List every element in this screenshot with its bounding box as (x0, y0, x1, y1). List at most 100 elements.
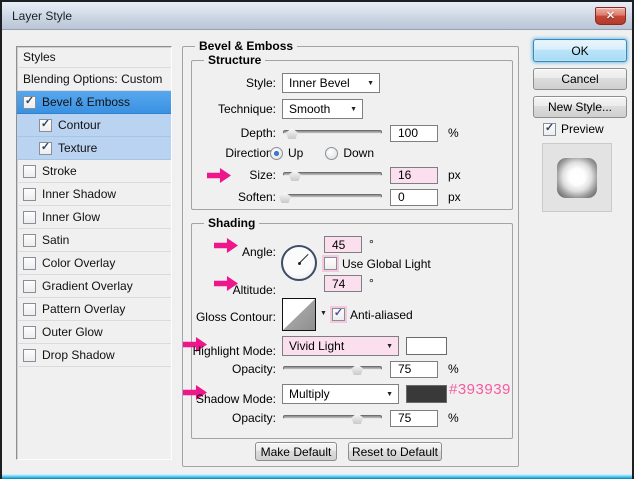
anti-aliased-checkbox[interactable]: ✓ (332, 308, 345, 321)
sidebar-item-drop-shadow[interactable]: Drop Shadow (17, 344, 171, 367)
direction-row: Direction: Up Down (192, 143, 512, 163)
shadow-color-swatch[interactable] (406, 385, 447, 403)
styles-header: Styles (17, 47, 171, 68)
altitude-label: Altitude: (232, 283, 276, 297)
chevron-down-icon: ▼ (367, 79, 374, 87)
slider-track[interactable] (283, 194, 382, 198)
slider-track[interactable] (283, 415, 382, 419)
depth-unit: % (448, 126, 459, 140)
angle-dial[interactable] (281, 245, 317, 281)
styles-header-label: Styles (23, 50, 56, 64)
shadow-mode-label: Shadow Mode: (195, 392, 276, 406)
style-dropdown[interactable]: Inner Bevel ▼ (282, 73, 380, 93)
size-slider[interactable] (283, 168, 382, 182)
chevron-down-icon: ▼ (386, 390, 393, 398)
style-row: Style: Inner Bevel ▼ (192, 73, 512, 93)
sidebar-item-satin[interactable]: Satin (17, 229, 171, 252)
checkbox-unchecked-icon[interactable] (23, 233, 36, 247)
sidebar-item-gradient-overlay[interactable]: Gradient Overlay (17, 275, 171, 298)
shading-group: Shading Angle: 45 ° Use Global Light Alt… (183, 216, 513, 439)
sidebar-item-bevel-emboss[interactable]: ✓ Bevel & Emboss (17, 91, 171, 114)
sidebar-item-inner-shadow[interactable]: Inner Shadow (17, 183, 171, 206)
shadow-opacity-row: Opacity: 75 % (192, 408, 512, 428)
gloss-contour-picker[interactable] (282, 298, 316, 331)
reset-to-default-button[interactable]: Reset to Default (348, 442, 442, 461)
checkbox-unchecked-icon[interactable] (23, 302, 36, 316)
close-icon: ✕ (605, 9, 616, 22)
annotation-arrow (214, 238, 238, 253)
altitude-value-field[interactable]: 74 (324, 275, 362, 292)
cancel-button[interactable]: Cancel (533, 68, 627, 90)
shadow-opacity-field[interactable]: 75 (390, 409, 438, 427)
anti-aliased-label: Anti-aliased (350, 308, 413, 322)
ok-button[interactable]: OK (533, 39, 627, 62)
layer-style-dialog: Layer Style ✕ Styles Blending Options: C… (0, 0, 634, 479)
anti-aliased-highlight: ✓ (330, 306, 347, 323)
checkbox-unchecked-icon[interactable] (23, 348, 36, 362)
size-unit: px (448, 168, 461, 182)
highlight-opacity-row: Opacity: 75 % (192, 359, 512, 379)
preview-label: Preview (561, 122, 604, 136)
sidebar-item-blending-options[interactable]: Blending Options: Custom (17, 68, 171, 91)
direction-up-radio[interactable] (270, 146, 283, 160)
sidebar-item-color-overlay[interactable]: Color Overlay (17, 252, 171, 275)
slider-track[interactable] (283, 130, 382, 134)
size-label: Size: (249, 168, 276, 182)
use-global-light-label: Use Global Light (342, 257, 431, 271)
checkbox-unchecked-icon[interactable] (23, 325, 36, 339)
soften-row: Soften: 0 px (192, 187, 512, 207)
preview-image (557, 157, 597, 198)
soften-label: Soften: (237, 190, 276, 204)
depth-value-field[interactable]: 100 (390, 124, 438, 142)
shadow-color-annotation: #393939 (449, 381, 511, 398)
angle-center-dot (298, 262, 301, 265)
sidebar-item-inner-glow[interactable]: Inner Glow (17, 206, 171, 229)
sidebar-item-contour[interactable]: ✓ Contour (17, 114, 171, 137)
highlight-opacity-field[interactable]: 75 (390, 360, 438, 378)
checkbox-checked-icon[interactable]: ✓ (23, 95, 36, 109)
close-button[interactable]: ✕ (595, 7, 626, 25)
soften-slider[interactable] (278, 190, 382, 204)
preview-toggle[interactable]: ✓ Preview (543, 122, 604, 136)
checkbox-unchecked-icon[interactable] (23, 164, 36, 178)
sidebar-item-outer-glow[interactable]: Outer Glow (17, 321, 171, 344)
size-value-field[interactable]: 16 (390, 166, 438, 184)
checkbox-checked-icon[interactable]: ✓ (39, 141, 52, 155)
highlight-color-swatch[interactable] (406, 337, 447, 355)
technique-row: Technique: Smooth ▼ (192, 99, 512, 119)
direction-label: Direction: (225, 146, 276, 160)
technique-dropdown[interactable]: Smooth ▼ (282, 99, 363, 119)
highlight-mode-dropdown[interactable]: Vivid Light ▼ (282, 336, 399, 356)
soften-unit: px (448, 190, 461, 204)
preview-checkbox[interactable]: ✓ (543, 122, 556, 136)
direction-down-radio[interactable] (325, 146, 339, 160)
highlight-opacity-slider[interactable] (283, 362, 382, 376)
structure-group: Structure Style: Inner Bevel ▼ Technique… (191, 53, 513, 210)
checkbox-checked-icon[interactable]: ✓ (39, 118, 52, 132)
bevel-emboss-group: Bevel & Emboss Structure Style: Inner Be… (182, 39, 519, 467)
make-default-button[interactable]: Make Default (255, 442, 337, 461)
use-global-light-checkbox[interactable] (324, 257, 337, 270)
checkbox-unchecked-icon[interactable] (23, 187, 36, 201)
chevron-down-icon[interactable]: ▼ (320, 310, 327, 317)
checkbox-unchecked-icon[interactable] (23, 210, 36, 224)
angle-value-field[interactable]: 45 (324, 236, 362, 253)
titlebar[interactable]: Layer Style ✕ (2, 2, 632, 30)
new-style-button[interactable]: New Style... (533, 96, 627, 118)
shadow-mode-dropdown[interactable]: Multiply ▼ (282, 384, 399, 404)
shadow-opacity-slider[interactable] (283, 411, 382, 425)
slider-track[interactable] (283, 366, 382, 370)
angle-unit: ° (369, 237, 374, 251)
sidebar-item-texture[interactable]: ✓ Texture (17, 137, 171, 160)
checkbox-unchecked-icon[interactable] (23, 279, 36, 293)
sidebar-item-pattern-overlay[interactable]: Pattern Overlay (17, 298, 171, 321)
gloss-contour-label: Gloss Contour: (195, 310, 276, 324)
group-title: Bevel & Emboss (195, 39, 298, 53)
window-frame-edge (2, 474, 632, 479)
structure-title: Structure (204, 53, 266, 67)
opacity-unit: % (448, 362, 459, 376)
depth-slider[interactable] (283, 126, 382, 140)
checkbox-unchecked-icon[interactable] (23, 256, 36, 270)
soften-value-field[interactable]: 0 (390, 188, 438, 206)
sidebar-item-stroke[interactable]: Stroke (17, 160, 171, 183)
